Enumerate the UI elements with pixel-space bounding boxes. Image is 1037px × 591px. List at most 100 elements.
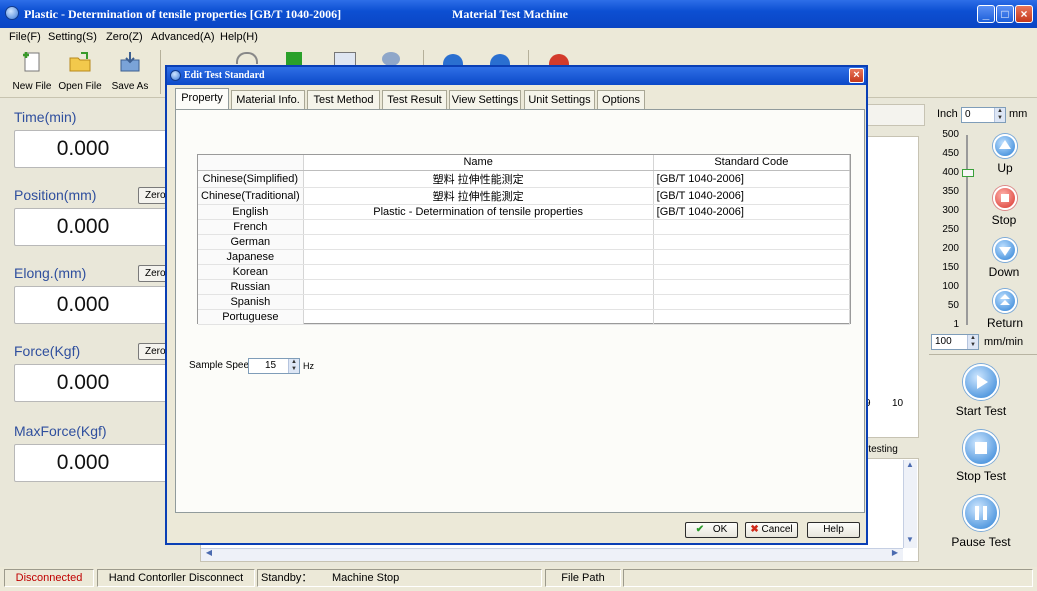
table-row: Japanese <box>198 249 851 265</box>
standard-code-cell[interactable] <box>653 234 851 250</box>
standard-code-cell[interactable] <box>653 279 851 295</box>
spin-arrows-icon[interactable]: ▲ ▼ <box>967 335 978 349</box>
name-cell[interactable] <box>303 294 654 310</box>
tab-material-info[interactable]: Material Info. <box>231 90 305 110</box>
scroll-right-arrow-icon[interactable]: ▶ <box>889 548 901 560</box>
start-test-button[interactable] <box>963 364 999 400</box>
standard-code-column-header: Standard Code <box>653 155 851 171</box>
inch-input[interactable]: 0 ▲ ▼ <box>961 107 1006 123</box>
standard-code-cell[interactable] <box>653 309 851 325</box>
toolbar-separator <box>160 50 161 94</box>
tab-options[interactable]: Options <box>597 90 645 110</box>
time-label: Time(min) <box>14 109 77 125</box>
sample-speed-label: Sample Speed <box>189 360 255 371</box>
time-value: 0.000 <box>14 130 174 168</box>
stop-button[interactable] <box>993 186 1017 210</box>
language-label: Chinese(Traditional) <box>198 187 304 205</box>
return-button[interactable] <box>993 289 1017 313</box>
maximize-button[interactable]: □ <box>996 5 1014 23</box>
menu-zero[interactable]: Zero(Z) <box>106 28 143 46</box>
name-cell[interactable] <box>303 249 654 265</box>
close-button[interactable]: × <box>1015 5 1033 23</box>
pause-test-button[interactable] <box>963 495 999 531</box>
menu-file[interactable]: File(F) <box>9 28 41 46</box>
name-cell[interactable]: 塑料 拉伸性能测定 <box>303 170 654 188</box>
name-cell[interactable] <box>303 219 654 235</box>
stop-test-label: Stop Test <box>956 469 1006 483</box>
scroll-left-arrow-icon[interactable]: ◀ <box>203 548 215 560</box>
tab-test-method[interactable]: Test Method <box>307 90 380 110</box>
dialog-title: Edit Test Standard <box>184 70 265 81</box>
table-row: German <box>198 234 851 250</box>
language-label: English <box>198 204 304 220</box>
scale-250: 250 <box>942 224 959 235</box>
table-row: Spanish <box>198 294 851 310</box>
name-cell[interactable] <box>303 234 654 250</box>
menu-setting[interactable]: Setting(S) <box>48 28 97 46</box>
standard-code-cell[interactable]: [GB/T 1040-2006] <box>653 170 851 188</box>
minimize-button[interactable]: _ <box>977 5 995 23</box>
stopwatch-icon[interactable] <box>236 52 258 64</box>
app-icon <box>5 6 19 20</box>
name-cell[interactable] <box>303 264 654 280</box>
stop-test-button[interactable] <box>963 430 999 466</box>
save-as-label: Save As <box>111 81 149 92</box>
scroll-down-arrow-icon[interactable]: ▼ <box>903 535 917 547</box>
new-file-button[interactable]: New File <box>10 50 54 96</box>
standard-code-cell[interactable] <box>653 294 851 310</box>
up-button[interactable] <box>993 134 1017 158</box>
force-label: Force(Kgf) <box>14 343 81 359</box>
language-label: Korean <box>198 264 304 280</box>
window-title: Plastic - Determination of tensile prope… <box>24 7 342 21</box>
stop-square-icon <box>975 442 987 454</box>
standard-code-cell[interactable] <box>653 264 851 280</box>
settings-gear-icon[interactable] <box>382 52 400 66</box>
start-test-label: Start Test <box>955 404 1007 418</box>
standard-code-cell[interactable]: [GB/T 1040-2006] <box>653 204 851 220</box>
spin-arrows-icon[interactable]: ▲ ▼ <box>994 108 1005 122</box>
position-value: 0.000 <box>14 208 174 246</box>
scroll-up-arrow-icon[interactable]: ▲ <box>903 460 917 472</box>
tab-view-settings[interactable]: View Settings <box>449 90 521 110</box>
maxforce-label: MaxForce(Kgf) <box>14 423 107 439</box>
standard-code-cell[interactable]: [GB/T 1040-2006] <box>653 187 851 205</box>
table-row: Russian <box>198 279 851 295</box>
speed-input[interactable]: 100 ▲ ▼ <box>931 334 979 350</box>
sample-speed-value: 15 <box>264 360 277 371</box>
language-label: Chinese(Simplified) <box>198 170 304 188</box>
menu-advanced[interactable]: Advanced(A) <box>151 28 215 46</box>
return-icon <box>1000 294 1010 305</box>
scale-100: 100 <box>942 281 959 292</box>
up-arrow-icon <box>999 140 1011 149</box>
green-box-icon[interactable] <box>286 52 302 66</box>
name-cell[interactable] <box>303 279 654 295</box>
file-path-value <box>623 569 1033 587</box>
name-cell[interactable] <box>303 309 654 325</box>
name-cell[interactable]: 塑料 拉伸性能測定 <box>303 187 654 205</box>
ok-button[interactable]: ✔ OK <box>685 522 738 538</box>
window-icon[interactable] <box>334 52 356 66</box>
spin-arrows-icon[interactable]: ▲ ▼ <box>288 359 299 373</box>
open-file-label: Open File <box>58 81 102 92</box>
open-file-button[interactable]: Open File <box>58 50 102 96</box>
save-as-button[interactable]: Save As <box>108 50 152 96</box>
tab-test-result[interactable]: Test Result <box>382 90 447 110</box>
panel-divider <box>929 354 1037 355</box>
help-button[interactable]: Help <box>807 522 860 538</box>
standard-code-cell[interactable] <box>653 249 851 265</box>
standard-code-cell[interactable] <box>653 219 851 235</box>
force-value: 0.000 <box>14 364 174 402</box>
horizontal-scrollbar[interactable] <box>201 548 903 561</box>
down-button[interactable] <box>993 238 1017 262</box>
tab-property[interactable]: Property <box>175 88 229 111</box>
name-cell[interactable]: Plastic - Determination of tensile prope… <box>303 204 654 220</box>
table-row: Korean <box>198 264 851 280</box>
sample-speed-input[interactable]: 15 ▲ ▼ <box>248 358 300 374</box>
menu-help[interactable]: Help(H) <box>220 28 258 46</box>
language-label: Spanish <box>198 294 304 310</box>
dialog-close-button[interactable]: × <box>849 68 864 83</box>
inch-label: Inch <box>937 108 958 120</box>
cancel-button[interactable]: ✖ Cancel <box>745 522 798 538</box>
tab-unit-settings[interactable]: Unit Settings <box>524 90 595 110</box>
check-icon: ✔ <box>695 524 705 535</box>
